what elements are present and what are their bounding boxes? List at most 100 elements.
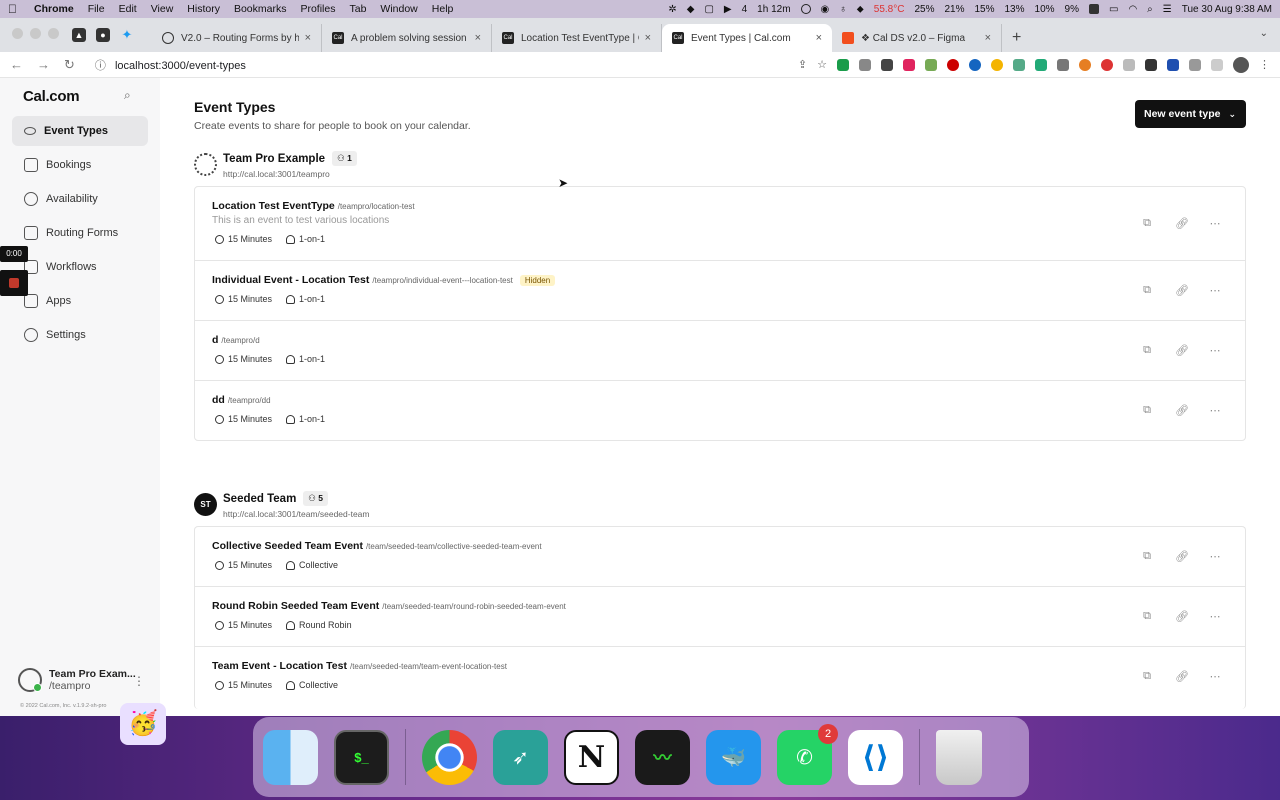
vscode-icon[interactable]: ⟨⟩ (848, 729, 903, 785)
more-horizontal-icon[interactable]: ⋯ (1209, 550, 1221, 563)
extension-icon[interactable] (1123, 58, 1135, 71)
more-horizontal-icon[interactable]: ⋯ (1209, 670, 1221, 683)
tab-location-test[interactable]: Cal Location Test EventType | Cal.c × (492, 24, 662, 52)
copy-link-icon[interactable]: 🔗︎ (1175, 550, 1189, 563)
pinned-tab-icon[interactable]: ▲ (72, 28, 86, 42)
play-icon[interactable]: ▶ (724, 4, 732, 15)
extension-icon[interactable] (925, 58, 937, 71)
chrome-icon[interactable] (422, 729, 477, 785)
copy-link-icon[interactable]: 🔗︎ (1175, 344, 1189, 357)
stop-icon[interactable] (1088, 4, 1099, 14)
menu-extra-icon[interactable]: ⬥ (857, 4, 864, 15)
tab-routing-forms[interactable]: V2.0 – Routing Forms by hario × (152, 24, 322, 52)
clipboard-icon[interactable]: ▢ (704, 4, 713, 15)
menu-view[interactable]: View (151, 3, 174, 15)
team-url[interactable]: http://cal.local:3001/teampro (223, 169, 357, 179)
menu-extra-icon[interactable]: ♁ (839, 4, 847, 15)
menu-history[interactable]: History (187, 3, 220, 15)
twitter-icon[interactable]: ✦ (120, 28, 134, 42)
external-link-icon[interactable]: ⧉ (1141, 344, 1153, 357)
extension-icon[interactable] (1035, 58, 1047, 71)
new-tab-button[interactable]: + (1012, 24, 1021, 52)
sidebar-item-bookings[interactable]: Bookings (12, 150, 148, 180)
event-type-row[interactable]: Team Event - Location Test/team/seeded-t… (195, 647, 1245, 709)
menu-edit[interactable]: Edit (119, 3, 137, 15)
extension-icon[interactable] (1079, 58, 1091, 71)
extension-icon[interactable] (859, 58, 871, 71)
extension-icon[interactable] (969, 58, 981, 71)
whatsapp-icon[interactable]: ✆ 2 (777, 723, 838, 785)
github-icon[interactable]: ● (96, 28, 110, 42)
zoom-window-button[interactable] (48, 28, 59, 39)
back-icon[interactable]: ← (10, 57, 23, 72)
sidebar-item-apps[interactable]: Apps (12, 286, 148, 316)
extension-icon[interactable] (1101, 58, 1113, 71)
more-horizontal-icon[interactable]: ⋯ (1209, 610, 1221, 623)
external-link-icon[interactable]: ⧉ (1141, 404, 1153, 417)
more-horizontal-icon[interactable]: ⋯ (1209, 404, 1221, 417)
docker-icon[interactable]: 🐳 (706, 729, 761, 785)
copy-link-icon[interactable]: 🔗︎ (1175, 217, 1189, 230)
event-type-row[interactable]: d/teampro/d 15 Minutes 1-on-1 ⧉ 🔗︎ ⋯ (195, 321, 1245, 381)
event-type-row[interactable]: Collective Seeded Team Event/team/seeded… (195, 527, 1245, 587)
copy-link-icon[interactable]: 🔗︎ (1175, 610, 1189, 623)
battery-icon[interactable]: ▭ (1109, 4, 1118, 15)
stop-recording-button[interactable] (0, 270, 28, 296)
tab-search-icon[interactable]: ⌄ (1260, 28, 1268, 39)
extension-icon[interactable] (1145, 58, 1157, 71)
menu-file[interactable]: File (88, 3, 105, 15)
menubar-datetime[interactable]: Tue 30 Aug 9:38 AM (1182, 4, 1272, 15)
kebab-menu-icon[interactable]: ⋮ (1259, 58, 1270, 71)
wifi-icon[interactable]: ◠ (1128, 4, 1137, 15)
team-url[interactable]: http://cal.local:3001/team/seeded-team (223, 509, 369, 519)
event-type-row[interactable]: dd/teampro/dd 15 Minutes 1-on-1 ⧉ 🔗︎ ⋯ (195, 381, 1245, 440)
menu-bookmarks[interactable]: Bookmarks (234, 3, 287, 15)
more-horizontal-icon[interactable]: ⋯ (1209, 217, 1221, 230)
bookmark-star-icon[interactable]: ☆ (817, 58, 827, 71)
team-name[interactable]: Team Pro Example (223, 153, 325, 165)
close-tab-icon[interactable]: × (475, 32, 481, 44)
finder-icon[interactable] (263, 729, 318, 785)
external-link-icon[interactable]: ⧉ (1141, 217, 1153, 230)
event-type-row[interactable]: Location Test EventType/teampro/location… (195, 187, 1245, 261)
sidebar-item-event-types[interactable]: Event Types (12, 116, 148, 146)
extension-icon[interactable] (837, 58, 849, 71)
trash-icon[interactable] (936, 729, 982, 785)
control-center-icon[interactable]: ☰ (1163, 4, 1172, 15)
dropbox-icon[interactable]: ◆ (687, 4, 695, 15)
minimize-window-button[interactable] (30, 28, 41, 39)
extensions-puzzle-icon[interactable] (1189, 58, 1201, 71)
address-bar[interactable]: ⓘ localhost:3000/event-types (95, 57, 798, 73)
profile-avatar[interactable] (1233, 56, 1249, 73)
new-event-type-button[interactable]: New event type ⌄ (1135, 100, 1246, 128)
copy-link-icon[interactable]: 🔗︎ (1175, 284, 1189, 297)
extension-icon[interactable] (881, 58, 893, 71)
more-vertical-icon[interactable]: ⋮ (133, 674, 145, 688)
event-type-row[interactable]: Individual Event - Location Test/teampro… (195, 261, 1245, 321)
info-icon[interactable]: ⓘ (95, 60, 106, 72)
share-icon[interactable]: ⇪ (798, 58, 807, 71)
extension-icon[interactable] (1013, 58, 1025, 71)
menu-help[interactable]: Help (432, 3, 454, 15)
close-tab-icon[interactable]: × (305, 32, 311, 44)
search-icon[interactable]: ⌕ (1147, 4, 1153, 15)
brand-logo[interactable]: Cal.com (23, 88, 80, 105)
search-icon[interactable]: ⌕ (124, 88, 131, 103)
emoji-app-icon[interactable]: 🥳 (120, 703, 166, 745)
tab-figma[interactable]: ❖ Cal DS v2.0 – Figma × (832, 24, 1002, 52)
paper-plane-app-icon[interactable]: ➶ (493, 729, 548, 785)
more-horizontal-icon[interactable]: ⋯ (1209, 344, 1221, 357)
event-type-row[interactable]: Round Robin Seeded Team Event/team/seede… (195, 587, 1245, 647)
apple-icon[interactable]:  (8, 2, 22, 16)
external-link-icon[interactable]: ⧉ (1141, 670, 1153, 683)
reload-icon[interactable]: ↻ (64, 57, 75, 73)
status-circle-icon[interactable] (800, 4, 811, 14)
external-link-icon[interactable]: ⧉ (1141, 550, 1153, 563)
sidebar-item-workflows[interactable]: Workflows (12, 252, 148, 282)
sidebar-item-availability[interactable]: Availability (12, 184, 148, 214)
tab-problem-solving[interactable]: Cal A problem solving session Virtu × (322, 24, 492, 52)
close-tab-icon[interactable]: × (645, 32, 651, 44)
menu-extra-icon[interactable]: ◉ (821, 4, 830, 15)
terminal-icon[interactable]: $_ (334, 729, 389, 785)
copy-link-icon[interactable]: 🔗︎ (1175, 404, 1189, 417)
